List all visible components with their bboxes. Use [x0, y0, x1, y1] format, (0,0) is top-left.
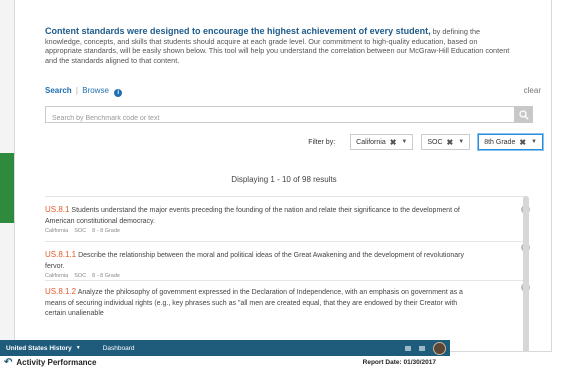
tab-browse[interactable]: Browse — [82, 86, 109, 95]
divider — [45, 241, 525, 242]
report-title-row: ↶ Activity Performance — [4, 357, 97, 367]
dashboard-link[interactable]: Dashboard — [103, 345, 135, 352]
results-count: Displaying 1 - 10 of 98 results — [231, 175, 337, 184]
list-item[interactable]: US.8.1.1 Describe the relationship betwe… — [45, 250, 475, 279]
filter-chip-label: SOC — [427, 138, 443, 146]
filter-chip-state[interactable]: California ✖ ▼ — [350, 134, 414, 150]
standard-text: Describe the relationship between the mo… — [45, 252, 464, 270]
magnifier-icon — [518, 109, 529, 120]
filter-chip-subject[interactable]: SOC ✖ ▼ — [421, 134, 471, 150]
search-browse-tabs: Search | Browse i — [45, 86, 123, 97]
standard-code[interactable]: US.8.1.1 — [45, 250, 76, 259]
info-icon[interactable]: i — [114, 89, 123, 97]
search-input[interactable] — [46, 111, 506, 126]
avatar[interactable] — [433, 341, 446, 355]
chevron-down-icon[interactable]: ▼ — [401, 139, 407, 145]
chevron-down-icon[interactable]: ▼ — [76, 345, 81, 351]
grid-icon[interactable] — [405, 345, 411, 351]
standard-text: Students understand the major events pre… — [45, 207, 460, 225]
clear-link[interactable]: clear — [524, 86, 541, 95]
tag-state: California — [45, 273, 69, 279]
back-arrow-icon[interactable]: ↶ — [4, 357, 12, 367]
standard-tags: California SOC 8 - 8 Grade — [45, 228, 475, 234]
tag-grade: 8 - 8 Grade — [92, 228, 120, 234]
tag-subject: SOC — [74, 273, 87, 279]
header-icons — [405, 340, 446, 356]
tag-subject: SOC — [74, 228, 87, 234]
tab-search[interactable]: Search — [45, 86, 72, 95]
course-selector[interactable]: United States History — [6, 345, 72, 352]
standard-code[interactable]: US.8.1.2 — [45, 287, 76, 296]
chevron-down-icon[interactable]: ▼ — [458, 139, 464, 145]
intro-highlight: Content standards were designed to encou… — [45, 26, 431, 36]
expand-plus-icon[interactable]: + — [521, 351, 530, 352]
search-box — [45, 106, 533, 126]
standard-text: Analyze the philosophy of government exp… — [45, 289, 463, 317]
filter-label: Filter by: — [308, 138, 336, 146]
remove-filter-icon[interactable]: ✖ — [447, 138, 454, 147]
list-item[interactable]: US.8.1 Students understand the major eve… — [45, 205, 475, 234]
divider — [45, 280, 525, 281]
report-date: Report Date: 01/30/2017 — [362, 359, 436, 366]
search-button[interactable] — [514, 106, 533, 123]
scrollbar[interactable] — [523, 196, 529, 351]
remove-filter-icon[interactable]: ✖ — [519, 138, 526, 147]
tag-grade: 8 - 8 Grade — [92, 273, 120, 279]
intro-paragraph: Content standards were designed to encou… — [45, 26, 515, 65]
background-green-panel — [0, 153, 14, 223]
standard-tags: California SOC 8 - 8 Grade — [45, 273, 475, 279]
tag-state: California — [45, 228, 69, 234]
tab-separator: | — [75, 86, 78, 95]
mail-icon[interactable] — [419, 345, 425, 351]
remove-filter-icon[interactable]: ✖ — [390, 138, 397, 147]
page-title: Activity Performance — [16, 358, 97, 367]
filter-bar: Filter by: California ✖ ▼ SOC ✖ ▼ 8th Gr… — [308, 134, 543, 150]
standards-card: Content standards were designed to encou… — [14, 0, 552, 352]
report-title-bar: ↶ Activity Performance Report Date: 01/3… — [0, 356, 450, 368]
standard-code[interactable]: US.8.1 — [45, 205, 69, 214]
filter-chip-grade[interactable]: 8th Grade ✖ ▼ — [478, 134, 543, 150]
list-item[interactable]: US.8.1.2 Analyze the philosophy of gover… — [45, 287, 475, 320]
chevron-down-icon[interactable]: ▼ — [531, 139, 537, 145]
divider — [45, 196, 525, 197]
filter-chip-label: 8th Grade — [484, 138, 516, 146]
filter-chip-label: California — [356, 138, 386, 146]
app-header: United States History ▼ Dashboard — [0, 340, 450, 356]
